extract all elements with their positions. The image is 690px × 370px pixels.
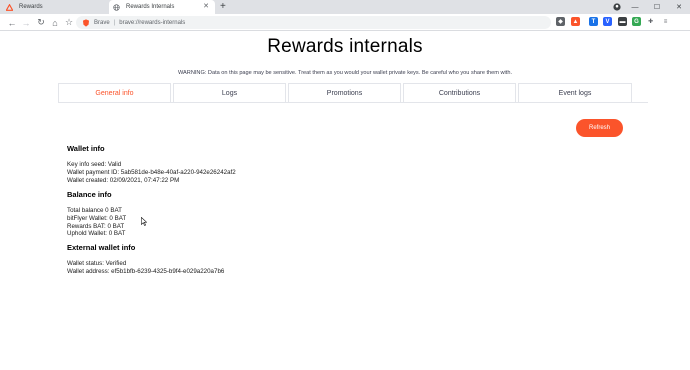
mouse-cursor-icon (141, 217, 147, 226)
wallet-status: Wallet status: Verified (67, 260, 127, 267)
address-bar-divider: | (113, 19, 116, 26)
rewards-bat-balance: Rewards BAT: 0 BAT (67, 222, 125, 230)
wallet-payment-id: Wallet payment ID: 5ab581de-b48e-40af-a2… (67, 168, 236, 176)
tab-promotions[interactable]: Promotions (288, 83, 401, 103)
close-window-button[interactable]: ✕ (668, 0, 690, 14)
tab-strip: Rewards Rewards Internals ✕ + — ☐ ✕ (0, 0, 690, 14)
close-tab-icon[interactable]: ✕ (203, 3, 209, 11)
refresh-button[interactable]: Refresh (576, 119, 623, 137)
translate-extension-icon[interactable]: T (589, 17, 598, 26)
key-info-seed: Key info seed: Valid (67, 161, 122, 168)
minimize-button[interactable]: — (624, 0, 646, 14)
menu-icon[interactable]: ≡ (661, 17, 670, 26)
brave-lion-icon (82, 18, 90, 27)
internals-tab-bar: General info Logs Promotions Contributio… (58, 83, 633, 103)
reload-button[interactable]: ↻ (35, 17, 47, 28)
address-bar-brand: Brave (94, 19, 110, 26)
total-balance: Total balance 0 BAT (67, 207, 122, 214)
balance-info-heading: Balance info (67, 190, 112, 199)
maximize-button[interactable]: ☐ (646, 0, 668, 14)
extensions-puzzle-icon[interactable]: ✚ (646, 17, 655, 26)
balance-info-section: Balance info Total balance 0 BAT bitFlye… (67, 190, 126, 238)
tab-general-info[interactable]: General info (58, 83, 171, 103)
profile-icon[interactable] (610, 0, 624, 14)
page-title: Rewards internals (267, 36, 423, 57)
wallet-info-section: Wallet info Key info seed: Valid Wallet … (67, 144, 236, 184)
new-tab-button[interactable]: + (220, 1, 226, 13)
browser-tab-title: Rewards (19, 4, 43, 10)
tab-contributions[interactable]: Contributions (403, 83, 516, 103)
brave-rewards-icon[interactable]: ▲ (571, 17, 580, 26)
tab-logs[interactable]: Logs (173, 83, 286, 103)
home-button[interactable]: ⌂ (49, 17, 61, 28)
globe-icon (113, 3, 120, 11)
external-wallet-info-heading: External wallet info (67, 243, 136, 252)
tab-event-logs[interactable]: Event logs (518, 83, 632, 103)
address-bar-url: brave://rewards-internals (119, 19, 186, 26)
browser-toolbar: ← → ↻ ⌂ ☆ Brave | brave://rewards-intern… (0, 14, 690, 31)
back-button[interactable]: ← (6, 17, 18, 28)
tab-bar-divider (58, 102, 648, 103)
bitflyer-wallet-balance: bitFlyer Wallet: 0 BAT (67, 214, 127, 222)
brave-shields-icon[interactable]: ◆ (556, 17, 565, 26)
external-wallet-info-section: External wallet info Wallet status: Veri… (67, 243, 224, 276)
bookmark-button[interactable]: ☆ (63, 17, 75, 28)
notes-extension-icon[interactable]: ▬ (618, 17, 627, 26)
browser-tab-rewards-internals[interactable]: Rewards Internals ✕ (109, 0, 215, 14)
browser-tab-title: Rewards Internals (126, 4, 175, 10)
forward-button[interactable]: → (20, 17, 32, 28)
sensitive-data-warning: WARNING: Data on this page may be sensit… (177, 70, 512, 76)
wallet-address: Wallet address: ef5b1bfb-6239-4325-b9f4-… (67, 267, 225, 275)
grammar-extension-icon[interactable]: G (632, 17, 641, 26)
address-bar[interactable]: Brave | brave://rewards-internals (76, 16, 551, 29)
vpn-extension-icon[interactable]: V (603, 17, 612, 26)
wallet-info-heading: Wallet info (67, 144, 105, 153)
browser-tab-rewards[interactable]: Rewards (2, 0, 109, 14)
uphold-wallet-balance: Uphold Wallet: 0 BAT (67, 230, 126, 238)
wallet-created: Wallet created: 02/09/2021, 07:47:22 PM (67, 176, 180, 184)
brave-rewards-triangle-icon (6, 3, 13, 11)
